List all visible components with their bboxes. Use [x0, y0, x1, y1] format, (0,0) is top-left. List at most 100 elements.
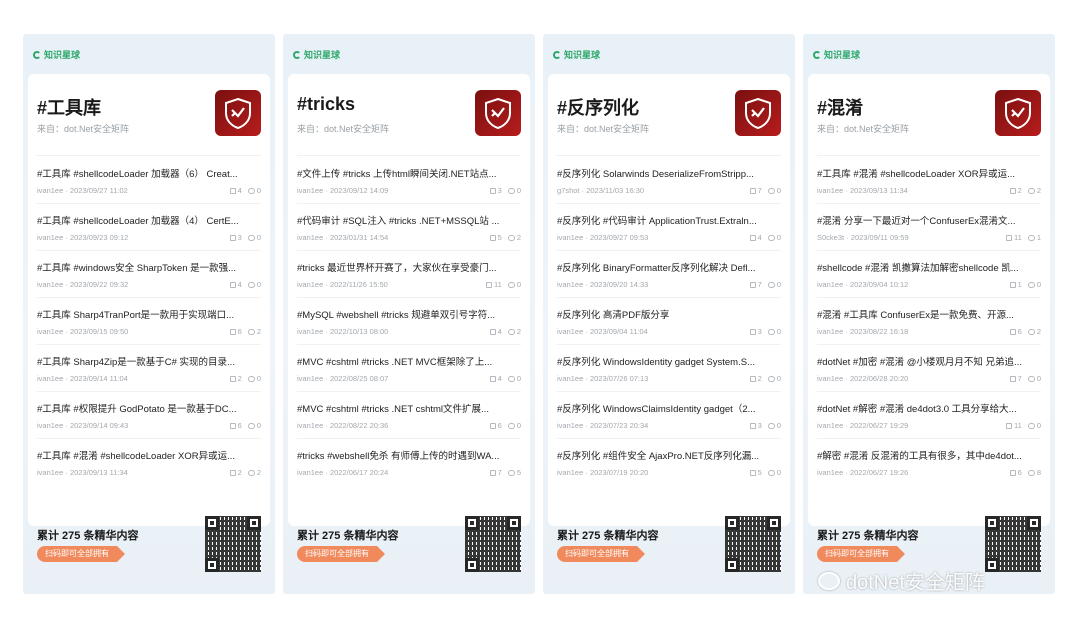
- post-item[interactable]: #工具库 #shellcodeLoader 加载器（4） CertE... iva…: [28, 203, 270, 250]
- comment-stat[interactable]: 2: [507, 233, 521, 242]
- post-title[interactable]: #dotNet #加密 #混淆 @小楼观月月不知 兄弟追...: [817, 354, 1041, 368]
- like-stat[interactable]: 5: [489, 233, 502, 242]
- post-title[interactable]: #解密 #混淆 反混淆的工具有很多，其中de4dot...: [817, 448, 1041, 462]
- like-stat[interactable]: 3: [489, 186, 502, 195]
- post-item[interactable]: #文件上传 #tricks 上传html瞬间关闭.NET站点... ivan1ee…: [288, 156, 530, 203]
- comment-stat[interactable]: 0: [1027, 374, 1041, 383]
- like-stat[interactable]: 5: [749, 468, 762, 477]
- post-item[interactable]: #dotNet #解密 #混淆 de4dot3.0 工具分享给大... ivan1…: [808, 391, 1050, 438]
- post-item[interactable]: #工具库 #混淆 #shellcodeLoader XOR异或运... ivan1…: [808, 156, 1050, 203]
- post-title[interactable]: #工具库 #混淆 #shellcodeLoader XOR异或运...: [37, 448, 261, 462]
- comment-stat[interactable]: 0: [507, 421, 521, 430]
- post-item[interactable]: #反序列化 #组件安全 AjaxPro.NET反序列化漏... ivan1ee ·…: [548, 438, 790, 485]
- like-stat[interactable]: 4: [489, 374, 502, 383]
- topic-card-obfuscation[interactable]: 知识星球 #混淆 来自：dot.Net安全矩阵 #工具库 #混淆 #shellc…: [803, 34, 1055, 594]
- comment-stat[interactable]: 0: [767, 280, 781, 289]
- like-stat[interactable]: 11: [486, 280, 502, 289]
- like-stat[interactable]: 2: [749, 374, 762, 383]
- post-item[interactable]: #MySQL #webshell #tricks 规避单双引号字符... ivan…: [288, 297, 530, 344]
- post-title[interactable]: #shellcode #混淆 凯撒算法加解密shellcode 凯...: [817, 260, 1041, 274]
- post-title[interactable]: #工具库 #windows安全 SharpToken 是一款强...: [37, 260, 261, 274]
- post-item[interactable]: #工具库 Sharp4TranPort是一款用于实现端口... ivan1ee ·…: [28, 297, 270, 344]
- like-stat[interactable]: 6: [1009, 327, 1022, 336]
- post-item[interactable]: #反序列化 BinaryFormatter反序列化解决 Defl... ivan1…: [548, 250, 790, 297]
- post-item[interactable]: #工具库 Sharp4Zip是一款基于C# 实现的目录... ivan1ee · …: [28, 344, 270, 391]
- like-stat[interactable]: 1: [1009, 280, 1022, 289]
- comment-stat[interactable]: 0: [1027, 421, 1041, 430]
- post-item[interactable]: #tricks 最近世界杯开赛了，大家伙在享受豪门... ivan1ee · 20…: [288, 250, 530, 297]
- post-title[interactable]: #工具库 #混淆 #shellcodeLoader XOR异或运...: [817, 166, 1041, 180]
- comment-stat[interactable]: 2: [1027, 186, 1041, 195]
- post-item[interactable]: #工具库 #shellcodeLoader 加载器（6） Creat... iva…: [28, 156, 270, 203]
- post-title[interactable]: #MVC #cshtml #tricks .NET cshtml文件扩展...: [297, 401, 521, 415]
- like-stat[interactable]: 2: [229, 374, 242, 383]
- like-stat[interactable]: 6: [1009, 468, 1022, 477]
- like-stat[interactable]: 6: [229, 421, 242, 430]
- like-stat[interactable]: 7: [749, 186, 762, 195]
- like-stat[interactable]: 4: [229, 280, 242, 289]
- comment-stat[interactable]: 0: [767, 468, 781, 477]
- comment-stat[interactable]: 0: [507, 374, 521, 383]
- post-title[interactable]: #代码审计 #SQL注入 #tricks .NET+MSSQL站 ...: [297, 213, 521, 227]
- topic-card-tools[interactable]: 知识星球 #工具库 来自：dot.Net安全矩阵 #工具库 #shellcode…: [23, 34, 275, 594]
- like-stat[interactable]: 2: [1009, 186, 1022, 195]
- post-title[interactable]: #反序列化 WindowsClaimsIdentity gadget（2...: [557, 401, 781, 415]
- post-item[interactable]: #解密 #混淆 反混淆的工具有很多，其中de4dot... ivan1ee · 2…: [808, 438, 1050, 485]
- post-item[interactable]: #shellcode #混淆 凯撒算法加解密shellcode 凯... ivan…: [808, 250, 1050, 297]
- like-stat[interactable]: 7: [489, 468, 502, 477]
- comment-stat[interactable]: 0: [767, 327, 781, 336]
- post-title[interactable]: #反序列化 WindowsIdentity gadget System.S...: [557, 354, 781, 368]
- topic-card-tricks[interactable]: 知识星球 #tricks 来自：dot.Net安全矩阵 #文件上传 #trick…: [283, 34, 535, 594]
- scan-cta-button[interactable]: 扫码即可全部拥有: [557, 546, 645, 562]
- post-item[interactable]: #反序列化 #代码审计 ApplicationTrust.Extraln... i…: [548, 203, 790, 250]
- comment-stat[interactable]: 2: [507, 327, 521, 336]
- scan-cta-button[interactable]: 扫码即可全部拥有: [37, 546, 125, 562]
- post-title[interactable]: #混淆 分享一下最近对一个ConfuserEx混淆文...: [817, 213, 1041, 227]
- comment-stat[interactable]: 0: [507, 280, 521, 289]
- like-stat[interactable]: 2: [229, 468, 242, 477]
- post-item[interactable]: #工具库 #windows安全 SharpToken 是一款强... ivan1e…: [28, 250, 270, 297]
- post-title[interactable]: #tricks 最近世界杯开赛了，大家伙在享受豪门...: [297, 260, 521, 274]
- post-title[interactable]: #反序列化 Solarwinds DeserializeFromStripp..…: [557, 166, 781, 180]
- like-stat[interactable]: 3: [749, 421, 762, 430]
- comment-stat[interactable]: 0: [247, 421, 261, 430]
- post-item[interactable]: #MVC #cshtml #tricks .NET MVC框架除了上... iva…: [288, 344, 530, 391]
- like-stat[interactable]: 6: [229, 327, 242, 336]
- post-title[interactable]: #工具库 #shellcodeLoader 加载器（4） CertE...: [37, 213, 261, 227]
- topic-card-deserialization[interactable]: 知识星球 #反序列化 来自：dot.Net安全矩阵 #反序列化 Solarwin…: [543, 34, 795, 594]
- comment-stat[interactable]: 5: [507, 468, 521, 477]
- like-stat[interactable]: 11: [1006, 421, 1022, 430]
- post-title[interactable]: #混淆 #工具库 ConfuserEx是一款免费、开源...: [817, 307, 1041, 321]
- post-item[interactable]: #dotNet #加密 #混淆 @小楼观月月不知 兄弟追... ivan1ee ·…: [808, 344, 1050, 391]
- post-item[interactable]: #代码审计 #SQL注入 #tricks .NET+MSSQL站 ... ivan…: [288, 203, 530, 250]
- post-item[interactable]: #反序列化 WindowsClaimsIdentity gadget（2... i…: [548, 391, 790, 438]
- like-stat[interactable]: 3: [229, 233, 242, 242]
- comment-stat[interactable]: 0: [1027, 280, 1041, 289]
- comment-stat[interactable]: 0: [767, 374, 781, 383]
- post-title[interactable]: #工具库 #shellcodeLoader 加载器（6） Creat...: [37, 166, 261, 180]
- comment-stat[interactable]: 2: [247, 468, 261, 477]
- post-title[interactable]: #反序列化 #代码审计 ApplicationTrust.Extraln...: [557, 213, 781, 227]
- post-item[interactable]: #反序列化 高清PDF版分享 ivan1ee · 2023/09/04 11:04…: [548, 297, 790, 344]
- post-title[interactable]: #反序列化 BinaryFormatter反序列化解决 Defl...: [557, 260, 781, 274]
- post-item[interactable]: #混淆 #工具库 ConfuserEx是一款免费、开源... ivan1ee · …: [808, 297, 1050, 344]
- post-title[interactable]: #文件上传 #tricks 上传html瞬间关闭.NET站点...: [297, 166, 521, 180]
- post-item[interactable]: #工具库 #混淆 #shellcodeLoader XOR异或运... ivan1…: [28, 438, 270, 485]
- like-stat[interactable]: 4: [749, 233, 762, 242]
- comment-stat[interactable]: 0: [247, 233, 261, 242]
- post-item[interactable]: #反序列化 WindowsIdentity gadget System.S...…: [548, 344, 790, 391]
- comment-stat[interactable]: 0: [247, 374, 261, 383]
- post-title[interactable]: #工具库 Sharp4Zip是一款基于C# 实现的目录...: [37, 354, 261, 368]
- comment-stat[interactable]: 1: [1027, 233, 1041, 242]
- scan-cta-button[interactable]: 扫码即可全部拥有: [297, 546, 385, 562]
- post-title[interactable]: #反序列化 #组件安全 AjaxPro.NET反序列化漏...: [557, 448, 781, 462]
- comment-stat[interactable]: 0: [767, 421, 781, 430]
- comment-stat[interactable]: 0: [767, 233, 781, 242]
- comment-stat[interactable]: 0: [767, 186, 781, 195]
- post-title[interactable]: #MySQL #webshell #tricks 规避单双引号字符...: [297, 307, 521, 321]
- post-item[interactable]: #工具库 #权限提升 GodPotato 是一款基于DC... ivan1ee ·…: [28, 391, 270, 438]
- comment-stat[interactable]: 0: [507, 186, 521, 195]
- post-item[interactable]: #混淆 分享一下最近对一个ConfuserEx混淆文... S0cke3t · 2…: [808, 203, 1050, 250]
- comment-stat[interactable]: 2: [247, 327, 261, 336]
- comment-stat[interactable]: 0: [247, 280, 261, 289]
